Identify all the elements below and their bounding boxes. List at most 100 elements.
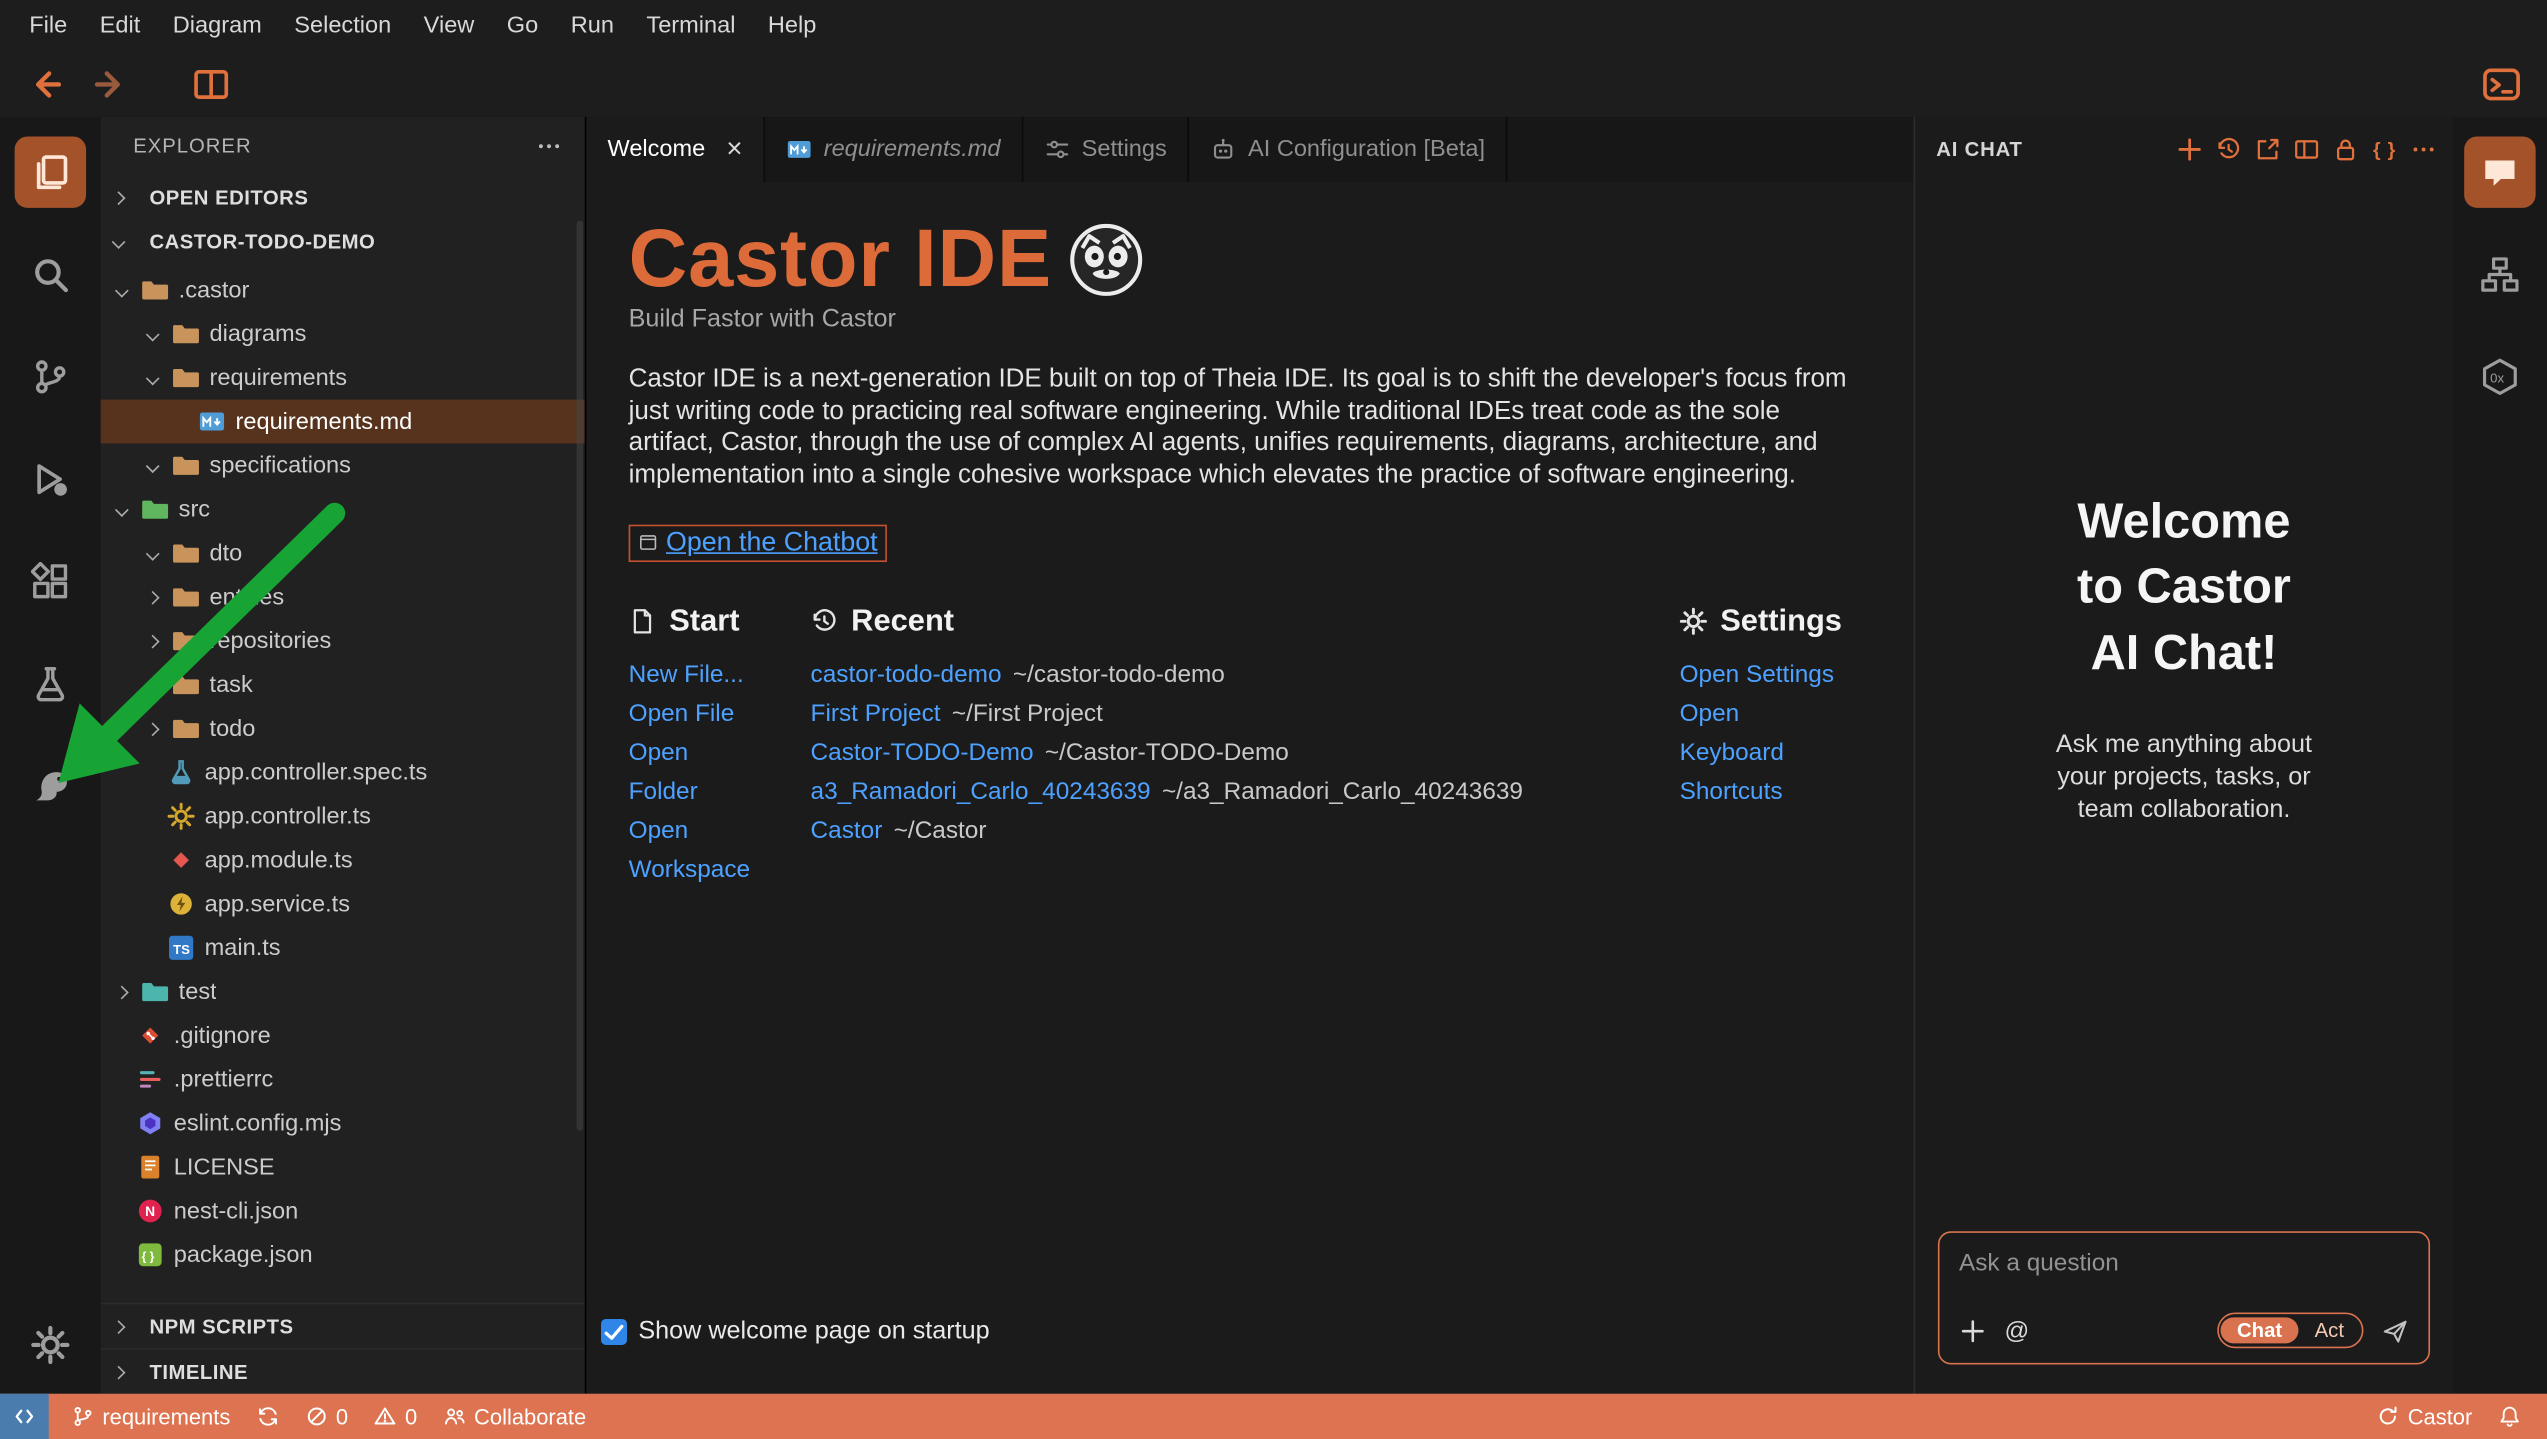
sidebar-scrollbar[interactable] xyxy=(577,221,583,1131)
checkbox-checked-icon[interactable] xyxy=(601,1319,627,1345)
activity-settings-gear[interactable] xyxy=(15,1309,86,1380)
attach-plus-icon[interactable] xyxy=(1959,1317,1987,1345)
activity-squirrel[interactable] xyxy=(15,750,86,821)
status-bell[interactable] xyxy=(2485,1394,2534,1439)
tree-item-app-service-ts[interactable]: app.service.ts xyxy=(101,882,585,926)
back-arrow-icon[interactable] xyxy=(26,65,65,104)
tree-item-app-module-ts[interactable]: app.module.ts xyxy=(101,838,585,882)
tree-item-app-controller-spec-ts[interactable]: app.controller.spec.ts xyxy=(101,750,585,794)
status-remote[interactable] xyxy=(0,1394,49,1439)
status-warning-triangle-0[interactable]: 0 xyxy=(361,1394,430,1439)
tab-requirements-md[interactable]: requirements.md xyxy=(765,117,1023,182)
start-link-open-folder[interactable]: Open Folder xyxy=(629,734,811,812)
add-icon[interactable] xyxy=(2177,136,2203,162)
tree-item-todo[interactable]: todo xyxy=(101,707,585,751)
close-tab-icon[interactable]: × xyxy=(726,133,742,165)
mention-at-icon[interactable]: @ xyxy=(2004,1317,2029,1345)
startup-checkbox-row[interactable]: Show welcome page on startup xyxy=(601,1317,990,1346)
menu-terminal[interactable]: Terminal xyxy=(630,8,751,44)
recent-link-castor[interactable]: Castor xyxy=(811,817,883,845)
tree-item-license[interactable]: LICENSE xyxy=(101,1145,585,1189)
menu-diagram[interactable]: Diagram xyxy=(157,8,278,44)
activity-files[interactable] xyxy=(15,136,86,207)
forward-arrow-icon[interactable] xyxy=(91,65,130,104)
recent-link-first-project[interactable]: First Project xyxy=(811,700,941,728)
menu-go[interactable]: Go xyxy=(491,8,555,44)
error-circle-icon xyxy=(305,1405,328,1428)
send-icon[interactable] xyxy=(2381,1317,2409,1345)
chat-mode-button[interactable]: Chat xyxy=(2221,1317,2299,1343)
tree-item-task[interactable]: task xyxy=(101,663,585,707)
chat-icon xyxy=(2480,153,2519,192)
recent-link-castor-todo-demo[interactable]: Castor-TODO-Demo xyxy=(811,739,1034,767)
status-refresh-castor[interactable]: Castor xyxy=(2364,1394,2485,1439)
activity-hex-0x[interactable]: 0x xyxy=(2464,341,2535,412)
section-npm-scripts[interactable]: NPM SCRIPTS xyxy=(101,1303,585,1348)
section-open-editors[interactable]: OPEN EDITORS xyxy=(101,175,585,219)
tree-item-src[interactable]: src xyxy=(101,487,585,531)
menu-run[interactable]: Run xyxy=(554,8,630,44)
status-collaborate-collaborate[interactable]: Collaborate xyxy=(430,1394,599,1439)
activity-extensions[interactable] xyxy=(15,546,86,617)
history-icon[interactable] xyxy=(2216,136,2242,162)
tree-item-main-ts[interactable]: TSmain.ts xyxy=(101,926,585,970)
start-link-open-workspace[interactable]: Open Workspace xyxy=(629,812,811,890)
tree-item-requirements-md[interactable]: requirements.md xyxy=(101,400,585,444)
menu-view[interactable]: View xyxy=(407,8,490,44)
activity-test-flask[interactable] xyxy=(15,648,86,719)
tree-item-prettierrc[interactable]: .prettierrc xyxy=(101,1057,585,1101)
menu-selection[interactable]: Selection xyxy=(278,8,407,44)
folder-icon xyxy=(141,978,169,1006)
section-project[interactable]: CASTOR-TODO-DEMO xyxy=(101,219,585,263)
tree-item-test[interactable]: test xyxy=(101,970,585,1014)
branch-icon xyxy=(71,1405,94,1428)
start-link-new-file[interactable]: New File... xyxy=(629,656,811,695)
tree-item-castor[interactable]: .castor xyxy=(101,268,585,312)
export-icon[interactable] xyxy=(2255,136,2281,162)
menu-edit[interactable]: Edit xyxy=(83,8,156,44)
markdown-icon xyxy=(198,408,226,436)
tree-item-repositories[interactable]: repositories xyxy=(101,619,585,663)
settings-link-open-keyboard-shortcuts[interactable]: Open Keyboard Shortcuts xyxy=(1680,695,1872,812)
act-mode-button[interactable]: Act xyxy=(2298,1317,2360,1343)
chevron-right-icon xyxy=(146,678,160,692)
recent-link-a3-ramadori-carlo-40243639[interactable]: a3_Ramadori_Carlo_40243639 xyxy=(811,778,1151,806)
tab-settings[interactable]: Settings xyxy=(1023,117,1189,182)
tab-welcome[interactable]: Welcome× xyxy=(586,117,765,182)
section-timeline[interactable]: TIMELINE xyxy=(101,1348,585,1393)
activity-source-control[interactable] xyxy=(15,341,86,412)
menu-help[interactable]: Help xyxy=(752,8,833,44)
menu-file[interactable]: File xyxy=(13,8,83,44)
open-chatbot-link[interactable]: Open the Chatbot xyxy=(666,527,878,558)
activity-hierarchy[interactable] xyxy=(2464,239,2535,310)
status-sync[interactable] xyxy=(243,1394,292,1439)
chat-input-box[interactable]: Ask a question @ Chat Act xyxy=(1938,1231,2430,1364)
tree-item-nest-cli-json[interactable]: Nnest-cli.json xyxy=(101,1189,585,1233)
activity-chat[interactable] xyxy=(2464,136,2535,207)
terminal-icon[interactable] xyxy=(2482,65,2521,104)
tab-ai-configuration-beta[interactable]: AI Configuration [Beta] xyxy=(1190,117,1508,182)
tree-item-package-json[interactable]: { }package.json xyxy=(101,1233,585,1277)
history-icon xyxy=(811,608,839,636)
tree-item-gitignore[interactable]: .gitignore xyxy=(101,1014,585,1058)
status-error-circle-0[interactable]: 0 xyxy=(292,1394,361,1439)
status-branch-requirements[interactable]: requirements xyxy=(58,1394,243,1439)
tree-item-diagrams[interactable]: diagrams xyxy=(101,312,585,356)
settings-link-open-settings[interactable]: Open Settings xyxy=(1680,656,1872,695)
tree-item-specifications[interactable]: specifications xyxy=(101,443,585,487)
recent-link-castor-todo-demo[interactable]: castor-todo-demo xyxy=(811,661,1002,689)
tree-item-eslint-config-mjs[interactable]: eslint.config.mjs xyxy=(101,1101,585,1145)
more-icon[interactable] xyxy=(2411,136,2437,162)
tree-item-requirements[interactable]: requirements xyxy=(101,356,585,400)
activity-search[interactable] xyxy=(15,239,86,310)
tree-item-entities[interactable]: entities xyxy=(101,575,585,619)
tree-item-dto[interactable]: dto xyxy=(101,531,585,575)
braces-icon[interactable]: { } xyxy=(2372,136,2398,162)
activity-run-debug[interactable] xyxy=(15,443,86,514)
split-editor-icon[interactable] xyxy=(192,65,231,104)
start-link-open-file[interactable]: Open File xyxy=(629,695,811,734)
lock-icon[interactable] xyxy=(2333,136,2359,162)
more-actions-icon[interactable] xyxy=(536,133,562,159)
tree-item-app-controller-ts[interactable]: app.controller.ts xyxy=(101,794,585,838)
layout-columns-icon[interactable] xyxy=(2294,136,2320,162)
